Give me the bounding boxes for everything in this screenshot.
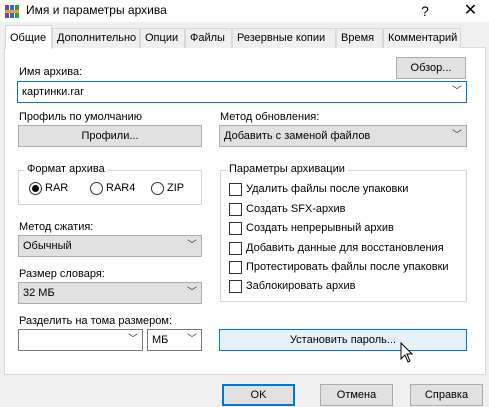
radio-rar4[interactable]: [90, 182, 103, 195]
close-button[interactable]: ✕: [452, 0, 489, 22]
checkbox-sfx[interactable]: [229, 203, 242, 216]
mouse-cursor-icon: [400, 342, 414, 363]
help-button[interactable]: Справка: [410, 384, 483, 406]
browse-button[interactable]: Обзор...: [396, 57, 466, 79]
radio-rar[interactable]: [29, 182, 42, 195]
radio-zip-label[interactable]: ZIP: [167, 182, 184, 194]
checkbox-solid-label[interactable]: Создать непрерывный архив: [246, 222, 394, 234]
winrar-books-icon: [5, 5, 19, 18]
tab-comment[interactable]: Комментарий: [383, 28, 461, 48]
checkbox-delete-after-label[interactable]: Удалить файлы после упаковки: [246, 183, 408, 195]
chevron-down-icon: ﹀: [128, 334, 138, 345]
set-password-button[interactable]: Установить пароль...: [219, 329, 467, 351]
split-size-input[interactable]: ﹀: [18, 329, 143, 351]
ok-button[interactable]: OK: [222, 384, 295, 406]
archive-options-title: Параметры архивации: [226, 163, 348, 175]
window-title: Имя и параметры архива: [26, 3, 167, 17]
dictionary-label: Размер словаря:: [19, 268, 105, 280]
compression-select[interactable]: Обычный ﹀: [18, 235, 202, 257]
tab-options[interactable]: Опции: [140, 28, 185, 48]
checkbox-solid[interactable]: [229, 222, 242, 235]
update-method-value: Добавить с заменой файлов: [224, 130, 371, 142]
tab-advanced[interactable]: Дополнительно: [52, 28, 140, 48]
archive-name-value: картинки.rar: [22, 86, 84, 98]
radio-rar-label[interactable]: RAR: [45, 182, 68, 194]
checkbox-delete-after[interactable]: [229, 183, 242, 196]
chevron-down-icon: ﹀: [187, 240, 197, 251]
archive-name-input[interactable]: картинки.rar ﹀: [17, 81, 467, 103]
update-method-select[interactable]: Добавить с заменой файлов ﹀: [219, 125, 467, 147]
tab-time[interactable]: Время: [336, 28, 383, 48]
help-title-button[interactable]: ?: [410, 0, 440, 22]
chevron-down-icon: ﹀: [452, 130, 462, 141]
tab-files[interactable]: Файлы: [185, 28, 232, 48]
radio-rar4-label[interactable]: RAR4: [106, 182, 135, 194]
checkbox-sfx-label[interactable]: Создать SFX-архив: [246, 203, 346, 215]
profiles-button[interactable]: Профили...: [18, 125, 202, 147]
split-label: Разделить на тома размером:: [19, 315, 173, 327]
tab-backup[interactable]: Резервные копии: [232, 28, 336, 48]
profile-label: Профиль по умолчанию: [19, 111, 142, 123]
chevron-down-icon: ﹀: [187, 287, 197, 298]
radio-zip[interactable]: [151, 182, 164, 195]
archive-format-title: Формат архива: [24, 163, 108, 175]
tab-general[interactable]: Общие: [5, 25, 52, 49]
chevron-down-icon[interactable]: ﹀: [452, 82, 462, 102]
cancel-button[interactable]: Отмена: [320, 384, 393, 406]
checkbox-lock-label[interactable]: Заблокировать архив: [246, 280, 355, 292]
chevron-down-icon: ﹀: [187, 334, 197, 345]
checkbox-test-label[interactable]: Протестировать файлы после упаковки: [246, 261, 449, 273]
checkbox-recovery-label[interactable]: Добавить данные для восстановления: [246, 242, 444, 254]
archive-name-label: Имя архива:: [19, 66, 83, 78]
update-method-label: Метод обновления:: [220, 111, 320, 123]
compression-value: Обычный: [23, 240, 72, 252]
dictionary-select[interactable]: 32 МБ ﹀: [18, 282, 202, 304]
split-unit-value: МБ: [152, 334, 169, 346]
checkbox-lock[interactable]: [229, 280, 242, 293]
checkbox-test[interactable]: [229, 261, 242, 274]
compression-label: Метод сжатия:: [19, 221, 94, 233]
checkbox-recovery[interactable]: [229, 242, 242, 255]
dictionary-value: 32 МБ: [23, 287, 55, 299]
split-unit-select[interactable]: МБ ﹀: [147, 329, 202, 351]
